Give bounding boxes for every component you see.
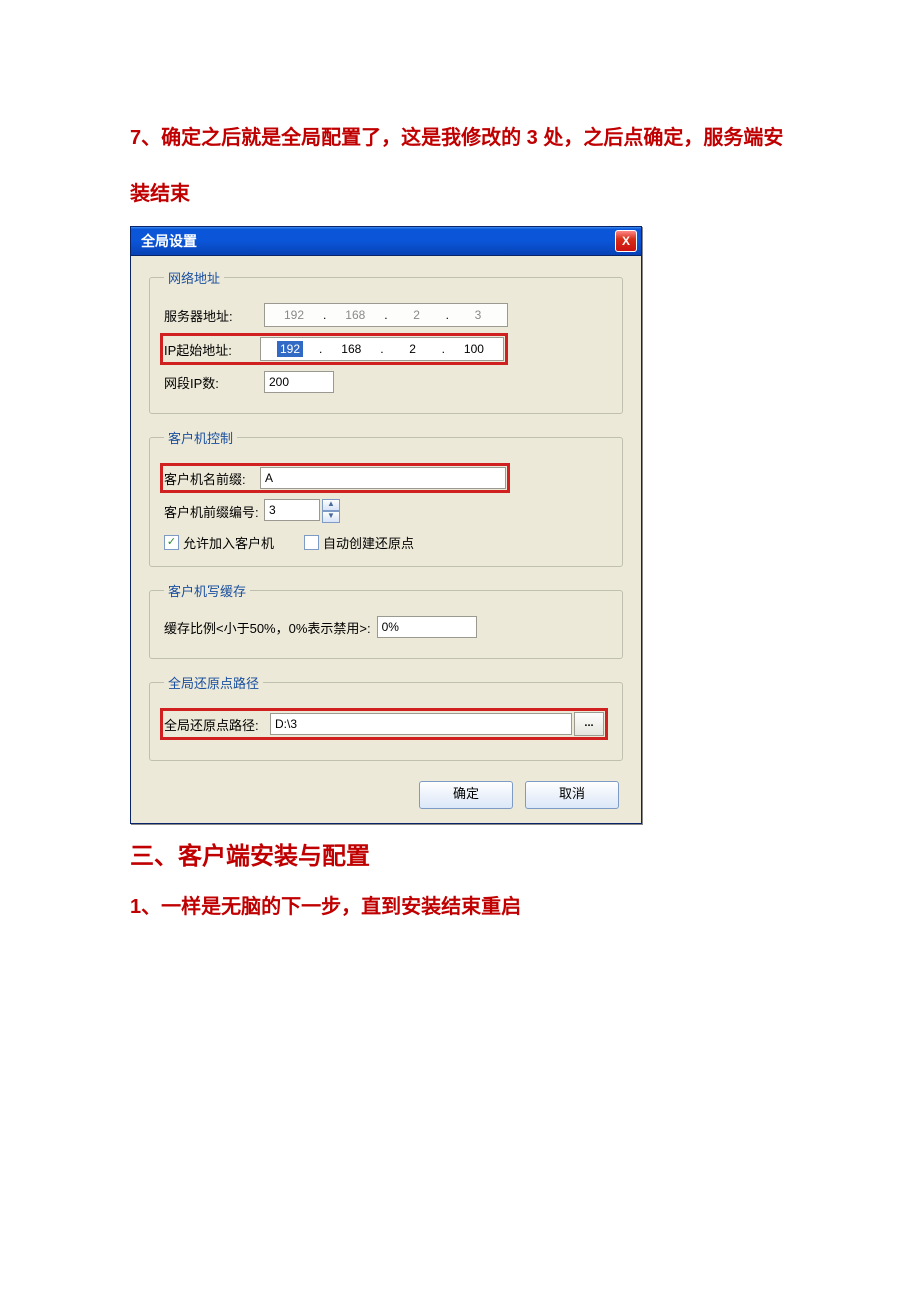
restore-legend: 全局还原点路径 bbox=[164, 673, 263, 692]
network-address-group: 网络地址 服务器地址: 192. 168. 2. 3 IP起始地址: 192. bbox=[149, 268, 623, 414]
close-button[interactable]: X bbox=[615, 230, 637, 252]
restore-path-input[interactable] bbox=[270, 713, 572, 735]
auto-restore-checkbox[interactable]: 自动创建还原点 bbox=[304, 533, 414, 552]
dialog-title: 全局设置 bbox=[141, 231, 197, 251]
section-3-heading: 三、客户端安装与配置 bbox=[130, 836, 790, 871]
cancel-button[interactable]: 取消 bbox=[525, 781, 619, 809]
ok-button[interactable]: 确定 bbox=[419, 781, 513, 809]
restore-path-group: 全局还原点路径 全局还原点路径: ... bbox=[149, 673, 623, 761]
segment-count-label: 网段IP数: bbox=[164, 373, 264, 392]
client-prefix-input[interactable] bbox=[260, 467, 506, 489]
browse-button[interactable]: ... bbox=[574, 712, 604, 736]
server-address-label: 服务器地址: bbox=[164, 306, 264, 325]
restore-path-label: 全局还原点路径: bbox=[164, 715, 270, 734]
allow-join-checkbox[interactable]: ✓ 允许加入客户机 bbox=[164, 533, 274, 552]
client-legend: 客户机控制 bbox=[164, 428, 237, 447]
checkbox-empty-icon bbox=[304, 535, 319, 550]
instruction-step-7: 7、确定之后就是全局配置了，这是我修改的 3 处，之后点确定，服务端安装结束 bbox=[130, 110, 790, 222]
network-legend: 网络地址 bbox=[164, 268, 224, 287]
client-prefix-label: 客户机名前缀: bbox=[164, 469, 260, 488]
prefix-number-input[interactable] bbox=[264, 499, 320, 521]
instruction-step-1: 1、一样是无脑的下一步，直到安装结束重启 bbox=[130, 879, 790, 935]
cache-legend: 客户机写缓存 bbox=[164, 581, 250, 600]
global-settings-dialog: 全局设置 X 网络地址 服务器地址: 192. 168. 2. 3 bbox=[130, 226, 642, 824]
start-ip-input[interactable]: 192. 168. 2. 100 bbox=[260, 337, 504, 361]
checkmark-icon: ✓ bbox=[164, 535, 179, 550]
start-ip-label: IP起始地址: bbox=[164, 340, 260, 359]
spinner-up-icon[interactable]: ▲ bbox=[322, 499, 340, 511]
client-cache-group: 客户机写缓存 缓存比例<小于50%，0%表示禁用>: bbox=[149, 581, 623, 659]
cache-ratio-label: 缓存比例<小于50%，0%表示禁用>: bbox=[164, 618, 371, 637]
cache-ratio-input[interactable] bbox=[377, 616, 477, 638]
spinner-down-icon[interactable]: ▼ bbox=[322, 511, 340, 523]
titlebar: 全局设置 X bbox=[131, 227, 641, 256]
client-control-group: 客户机控制 客户机名前缀: 客户机前缀编号: ▲ ▼ bbox=[149, 428, 623, 567]
prefix-number-label: 客户机前缀编号: bbox=[164, 502, 264, 521]
server-ip-input: 192. 168. 2. 3 bbox=[264, 303, 508, 327]
segment-count-input[interactable] bbox=[264, 371, 334, 393]
